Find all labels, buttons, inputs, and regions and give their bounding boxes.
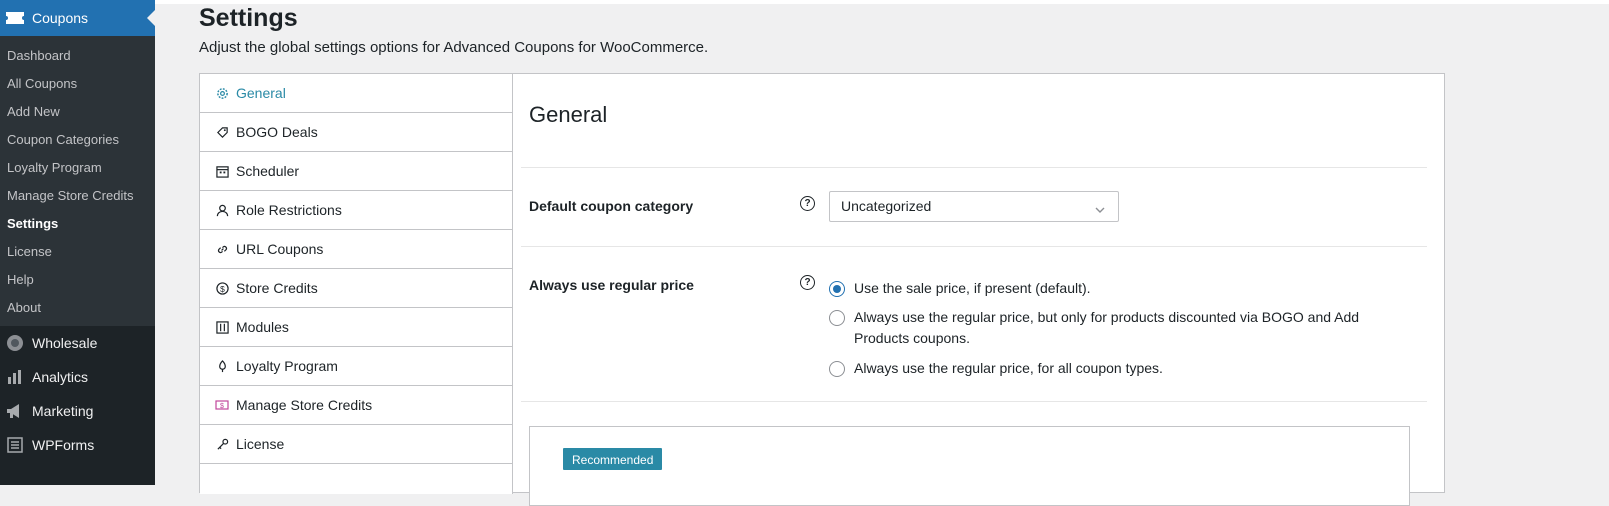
svg-text:$: $ xyxy=(220,283,225,293)
admin-sidebar: Coupons Dashboard All Coupons Add New Co… xyxy=(0,0,155,485)
menu-wpforms-label: WPForms xyxy=(32,437,95,453)
page-description: Adjust the global settings options for A… xyxy=(199,39,709,56)
submenu-about[interactable]: About xyxy=(0,294,155,322)
gear-icon xyxy=(215,86,229,100)
radio-label: Always use the regular price, but only f… xyxy=(854,309,1360,346)
submenu-coupon-categories[interactable]: Coupon Categories xyxy=(0,126,155,154)
radio-option-regular-all[interactable]: Always use the regular price, for all co… xyxy=(829,360,1163,379)
calendar-icon xyxy=(215,164,229,178)
main-content: Settings Adjust the global settings opti… xyxy=(155,0,1609,506)
tab-label: URL Coupons xyxy=(236,241,324,257)
submenu-all-coupons[interactable]: All Coupons xyxy=(0,70,155,98)
key-icon xyxy=(215,437,229,451)
submenu-settings[interactable]: Settings xyxy=(0,210,155,238)
dollar-icon: $ xyxy=(215,281,229,295)
tab-url-coupons[interactable]: URL Coupons xyxy=(200,230,512,269)
submenu-help[interactable]: Help xyxy=(0,266,155,294)
link-icon xyxy=(215,242,229,256)
submenu-license[interactable]: License xyxy=(0,238,155,266)
default-category-label: Default coupon category xyxy=(529,198,694,214)
menu-marketing-label: Marketing xyxy=(32,403,94,419)
radio-option-regular-bogo[interactable]: Always use the regular price, but only f… xyxy=(829,309,1369,349)
settings-tabs: General BOGO Deals Scheduler Role Restri… xyxy=(200,74,513,494)
menu-analytics-label: Analytics xyxy=(32,369,89,385)
tab-label: Loyalty Program xyxy=(236,358,338,374)
divider xyxy=(521,246,1427,247)
divider xyxy=(521,401,1427,402)
page-title: Settings xyxy=(199,4,298,32)
tab-label: License xyxy=(236,436,285,452)
tab-label: Role Restrictions xyxy=(236,202,342,218)
tab-license[interactable]: License xyxy=(200,425,512,464)
wpforms-icon xyxy=(0,435,30,455)
tab-label: General xyxy=(236,85,286,101)
divider xyxy=(521,167,1427,168)
top-strip xyxy=(155,0,1609,4)
tab-bogo-deals[interactable]: BOGO Deals xyxy=(200,113,512,152)
tab-label: Modules xyxy=(236,319,289,335)
submenu-add-new[interactable]: Add New xyxy=(0,98,155,126)
menu-wholesale-label: Wholesale xyxy=(32,335,98,351)
loyalty-icon xyxy=(215,359,229,373)
radio-button[interactable] xyxy=(829,281,845,297)
analytics-icon xyxy=(0,367,30,387)
megaphone-icon xyxy=(0,401,30,421)
ticket-icon xyxy=(0,8,30,28)
user-icon xyxy=(215,203,229,217)
credit-card-icon: $ xyxy=(215,398,229,412)
tab-label: Manage Store Credits xyxy=(236,397,373,413)
tab-label: Scheduler xyxy=(236,163,300,179)
wholesale-icon xyxy=(0,333,30,353)
chevron-down-icon xyxy=(1094,198,1106,227)
tab-manage-store-credits[interactable]: $ Manage Store Credits xyxy=(200,386,512,425)
tab-loyalty-program[interactable]: Loyalty Program xyxy=(200,347,512,386)
radio-button[interactable] xyxy=(829,361,845,377)
help-icon[interactable]: ? xyxy=(800,275,815,290)
submenu-dashboard[interactable]: Dashboard xyxy=(0,42,155,70)
menu-analytics[interactable]: Analytics xyxy=(0,360,155,394)
svg-text:$: $ xyxy=(220,403,224,410)
tab-general[interactable]: General xyxy=(200,74,512,113)
radio-option-sale-price[interactable]: Use the sale price, if present (default)… xyxy=(829,280,1091,299)
coupons-submenu: Dashboard All Coupons Add New Coupon Cat… xyxy=(0,36,155,326)
tag-icon xyxy=(215,125,229,139)
radio-label: Use the sale price, if present (default)… xyxy=(854,280,1091,296)
panel-title: General xyxy=(529,102,608,127)
submenu-manage-store-credits[interactable]: Manage Store Credits xyxy=(0,182,155,210)
modules-icon xyxy=(215,320,229,334)
tab-scheduler[interactable]: Scheduler xyxy=(200,152,512,191)
menu-marketing[interactable]: Marketing xyxy=(0,394,155,428)
menu-wpforms[interactable]: WPForms xyxy=(0,428,155,462)
tab-role-restrictions[interactable]: Role Restrictions xyxy=(200,191,512,230)
default-category-select[interactable]: Uncategorized xyxy=(829,191,1119,222)
radio-label: Always use the regular price, for all co… xyxy=(854,360,1163,376)
tab-label: BOGO Deals xyxy=(236,124,318,140)
regular-price-label: Always use regular price xyxy=(529,277,694,293)
select-value: Uncategorized xyxy=(841,198,932,214)
settings-panel: General Default coupon category ? Uncate… xyxy=(513,74,1444,506)
settings-container: General BOGO Deals Scheduler Role Restri… xyxy=(199,73,1445,506)
promo-box: Recommended xyxy=(529,426,1410,506)
tab-modules[interactable]: Modules xyxy=(200,308,512,347)
tab-store-credits[interactable]: $ Store Credits xyxy=(200,269,512,308)
menu-coupons-label: Coupons xyxy=(32,10,89,26)
help-icon[interactable]: ? xyxy=(800,196,815,211)
tab-label: Store Credits xyxy=(236,280,318,296)
menu-coupons[interactable]: Coupons xyxy=(0,0,155,36)
menu-wholesale[interactable]: Wholesale xyxy=(0,326,155,360)
recommended-badge: Recommended xyxy=(563,448,663,470)
submenu-loyalty-program[interactable]: Loyalty Program xyxy=(0,154,155,182)
radio-button[interactable] xyxy=(829,310,845,326)
